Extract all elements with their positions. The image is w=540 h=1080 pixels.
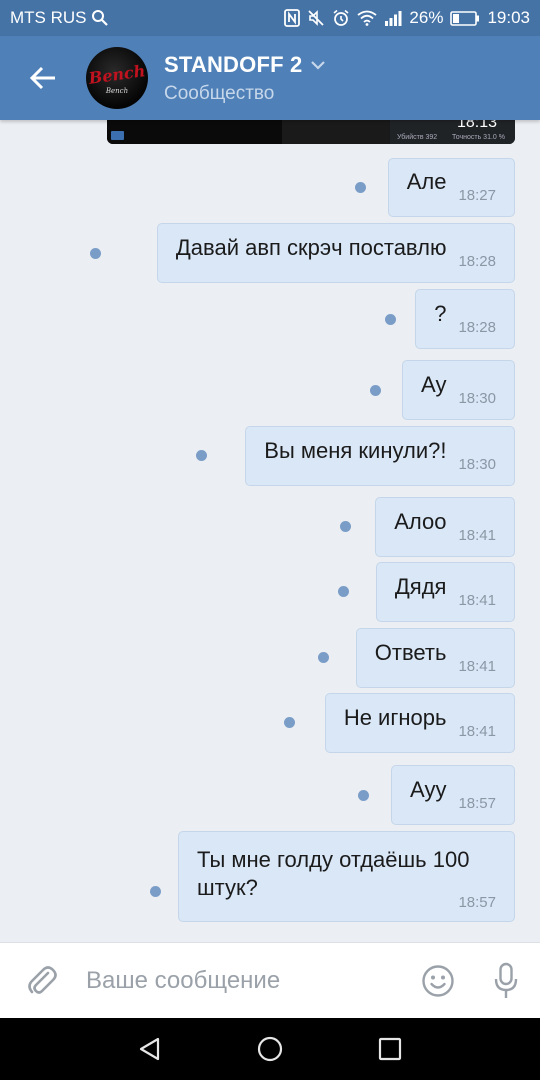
mail-icon bbox=[111, 131, 124, 140]
preview-kills: Убийств 392 bbox=[397, 134, 438, 141]
unread-dot bbox=[385, 314, 396, 325]
message-input[interactable] bbox=[84, 966, 404, 995]
nav-recent-button[interactable] bbox=[360, 1018, 420, 1080]
title-block[interactable]: STANDOFF 2 Сообщество bbox=[164, 52, 326, 105]
avatar-logo-small: Bench bbox=[105, 87, 129, 95]
message-text: Ты мне голду отдаёшь 100 штук? bbox=[197, 847, 470, 900]
battery-icon bbox=[450, 10, 480, 26]
message-bubble[interactable]: Давай авп скрэч поставлю 18:28 bbox=[156, 223, 515, 283]
unread-dot bbox=[318, 652, 329, 663]
message-text: Ау bbox=[421, 372, 447, 397]
message-time: 18:41 bbox=[458, 658, 496, 675]
message-bubble[interactable]: Дядя 18:41 bbox=[375, 562, 515, 622]
community-avatar[interactable]: Bench Bench bbox=[86, 47, 148, 109]
message-bubble[interactable]: ? 18:28 bbox=[415, 289, 515, 349]
message-text: Дядя bbox=[394, 574, 447, 599]
message-bubble[interactable]: Ответь 18:41 bbox=[355, 628, 515, 688]
unread-dot bbox=[358, 790, 369, 801]
back-button[interactable] bbox=[0, 36, 86, 120]
chat-title: STANDOFF 2 bbox=[164, 51, 303, 77]
message-text: Алоо bbox=[394, 509, 447, 534]
system-nav-bar bbox=[0, 1018, 540, 1080]
signal-icon bbox=[384, 10, 402, 26]
smiley-icon bbox=[422, 964, 454, 997]
unread-dot bbox=[370, 385, 381, 396]
unread-dot bbox=[150, 886, 161, 897]
unread-dot bbox=[355, 182, 366, 193]
message-time: 18:28 bbox=[458, 253, 496, 270]
unread-dot bbox=[196, 450, 207, 461]
nav-back-button[interactable] bbox=[120, 1018, 180, 1080]
emoji-button[interactable] bbox=[404, 943, 472, 1019]
message-bubble[interactable]: Вы меня кинули?! 18:30 bbox=[245, 426, 515, 486]
message-time: 18:41 bbox=[458, 723, 496, 740]
arrow-left-icon bbox=[29, 66, 55, 90]
status-icons: 26% 19:03 bbox=[284, 8, 530, 28]
message-text: Вы меня кинули?! bbox=[264, 438, 447, 463]
mic-button[interactable] bbox=[472, 943, 540, 1019]
message-time: 18:57 bbox=[458, 795, 496, 812]
avatar-logo: Bench bbox=[87, 61, 147, 88]
square-recent-icon bbox=[378, 1037, 402, 1061]
status-bar: MTS RUS 26% 19:03 bbox=[0, 0, 540, 36]
preview-mid-area bbox=[282, 120, 390, 144]
unread-dot bbox=[90, 248, 101, 259]
chevron-down-icon bbox=[311, 60, 326, 70]
alarm-icon bbox=[332, 9, 350, 27]
carrier-group: MTS RUS bbox=[10, 8, 109, 28]
message-time: 18:57 bbox=[458, 894, 496, 911]
message-text: Але bbox=[406, 169, 447, 194]
message-bubble[interactable]: Але 18:27 bbox=[387, 158, 515, 217]
message-bubble[interactable]: Ауу 18:57 bbox=[391, 765, 515, 825]
chat-subtitle: Сообщество bbox=[164, 82, 275, 104]
status-time: 19:03 bbox=[487, 8, 530, 27]
message-time: 18:41 bbox=[458, 527, 496, 544]
battery-percent: 26% bbox=[409, 8, 444, 27]
message-time: 18:30 bbox=[458, 390, 496, 407]
message-bubble[interactable]: Не игнорь 18:41 bbox=[324, 693, 515, 753]
wifi-icon bbox=[357, 10, 377, 26]
message-text: Давай авп скрэч поставлю bbox=[175, 235, 447, 260]
message-text: Ауу bbox=[410, 777, 447, 802]
preview-time: 18:13 bbox=[457, 120, 498, 131]
unread-dot bbox=[340, 521, 351, 532]
message-text: Ответь bbox=[374, 640, 447, 665]
nfc-icon bbox=[284, 9, 301, 27]
message-bubble[interactable]: Ау 18:30 bbox=[402, 360, 515, 420]
nav-home-button[interactable] bbox=[240, 1018, 300, 1080]
unread-dot bbox=[284, 717, 295, 728]
search-icon bbox=[91, 9, 109, 27]
message-bubble[interactable]: Ты мне голду отдаёшь 100 штук? 18:57 bbox=[178, 831, 515, 922]
message-text: ? bbox=[434, 301, 447, 326]
preview-dark-area bbox=[107, 120, 282, 144]
triangle-back-icon bbox=[139, 1037, 160, 1061]
message-text: Не игнорь bbox=[343, 705, 447, 730]
composer-bar bbox=[0, 942, 540, 1018]
unread-dot bbox=[338, 586, 349, 597]
message-bubble[interactable]: Алоо 18:41 bbox=[375, 497, 515, 557]
attach-button[interactable] bbox=[0, 943, 84, 1019]
message-time: 18:28 bbox=[458, 319, 496, 336]
chat-header: Bench Bench STANDOFF 2 Сообщество bbox=[0, 36, 540, 120]
title-row: STANDOFF 2 bbox=[164, 52, 326, 78]
message-list[interactable]: 18:13 Убийств 392 Точность 31.0 % Але 18… bbox=[0, 120, 540, 942]
carrier-name: MTS RUS bbox=[10, 8, 87, 27]
message-time: 18:30 bbox=[458, 456, 496, 473]
circle-home-icon bbox=[257, 1036, 283, 1062]
media-preview[interactable]: 18:13 Убийств 392 Точность 31.0 % bbox=[107, 120, 515, 144]
mute-icon bbox=[307, 9, 325, 27]
paperclip-icon bbox=[28, 965, 57, 994]
message-time: 18:41 bbox=[458, 592, 496, 609]
message-time: 18:27 bbox=[458, 187, 496, 204]
microphone-icon bbox=[494, 962, 518, 998]
preview-accuracy: Точность 31.0 % bbox=[452, 134, 505, 141]
